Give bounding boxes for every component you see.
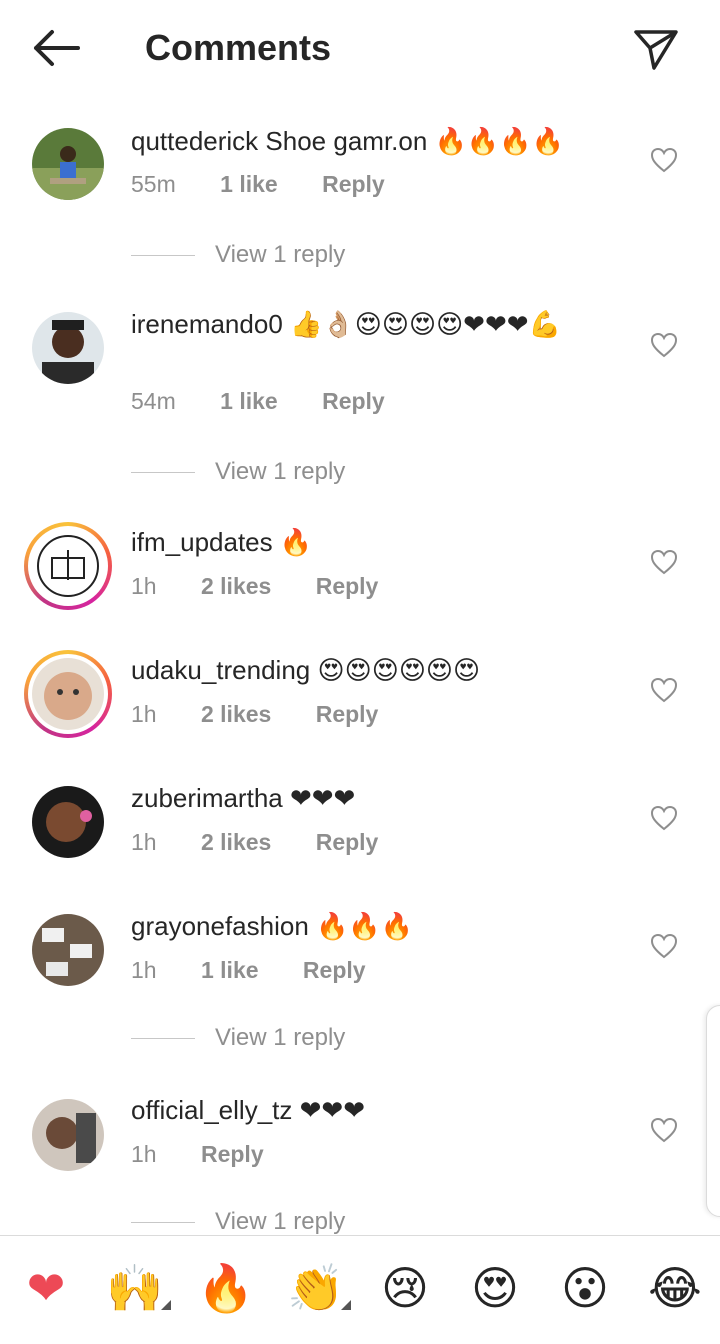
comment-text: zuberimartha ❤❤❤ [131,780,631,816]
reaction-raised-hands[interactable]: 🙌 [105,1258,165,1318]
comment-item: udaku_trending 😍😍😍😍😍😍 1h 2 likes Reply [0,626,720,754]
divider [131,472,195,474]
comment-meta: 54m 1 like Reply [131,386,423,416]
comment-text: ifm_updates 🔥 [131,524,631,560]
heart-icon[interactable] [650,805,678,831]
heart-icon[interactable] [650,549,678,575]
comments-list[interactable]: quttederick Shoe gamr.on 🔥🔥🔥🔥 55m 1 like… [0,98,720,1235]
comment-text: quttederick Shoe gamr.on 🔥🔥🔥🔥 [131,123,631,159]
more-tone-indicator [161,1300,171,1310]
comment-time: 1h [131,701,157,727]
comment-likes[interactable]: 2 likes [201,571,271,601]
comment-body: Shoe gamr.on 🔥🔥🔥🔥 [265,126,565,156]
comment-username[interactable]: grayonefashion [131,911,309,941]
comment-body: 👍👌🏼😍😍😍😍❤❤❤💪 [290,309,561,339]
reaction-heart[interactable]: ❤ [16,1258,76,1318]
divider [131,1222,195,1224]
comment-likes[interactable]: 2 likes [201,699,271,729]
comment-body: ❤❤❤ [289,783,356,813]
paper-plane-icon[interactable] [632,26,680,72]
avatar[interactable] [32,312,104,384]
comment-time: 54m [131,388,176,414]
reaction-laughing[interactable]: 😂 [645,1258,705,1318]
comment-meta: 1h Reply [131,1139,302,1169]
heart-icon[interactable] [650,1117,678,1143]
comment-time: 55m [131,171,176,197]
comment-text: grayonefashion 🔥🔥🔥 [131,908,631,944]
reaction-heart-eyes[interactable]: 😍 [465,1258,525,1318]
comment-likes[interactable]: 2 likes [201,827,271,857]
comment-text: official_elly_tz ❤❤❤ [131,1092,631,1128]
comment-time: 1h [131,957,157,983]
comment-likes[interactable]: 1 like [220,386,278,416]
comment-meta: 1h 1 like Reply [131,955,404,985]
comment-username[interactable]: quttederick [131,126,258,156]
comment-item: ifm_updates 🔥 1h 2 likes Reply [0,498,720,626]
more-tone-indicator [341,1300,351,1310]
arrow-left-icon[interactable] [30,26,82,70]
avatar-story-ring[interactable] [24,522,112,610]
comment-body: 🔥🔥🔥 [316,911,414,941]
view-replies-link[interactable]: View 1 reply [131,1208,345,1235]
avatar[interactable] [32,786,104,858]
comment-body: ❤❤❤ [299,1095,365,1125]
comment-time: 1h [131,573,157,599]
comment-likes[interactable]: 1 like [220,169,278,199]
avatar[interactable] [32,128,104,200]
comment-body: 😍😍😍😍😍😍 [317,655,481,685]
divider [131,255,195,257]
reaction-crying[interactable]: 😢 [375,1258,435,1318]
avatar-story-ring[interactable] [24,650,112,738]
reaction-fire[interactable]: 🔥 [196,1258,256,1318]
reply-button[interactable]: Reply [316,827,379,857]
view-replies-link[interactable]: View 1 reply [131,1024,345,1052]
comment-username[interactable]: ifm_updates [131,527,273,557]
comment-item: quttederick Shoe gamr.on 🔥🔥🔥🔥 55m 1 like… [0,98,720,278]
reply-button[interactable]: Reply [316,699,379,729]
comment-username[interactable]: official_elly_tz [131,1095,292,1125]
comment-item: grayonefashion 🔥🔥🔥 1h 1 like Reply View … [0,882,720,1062]
header: Comments [0,0,720,98]
comment-body: 🔥 [279,527,313,557]
avatar[interactable] [32,1099,104,1171]
heart-icon[interactable] [650,332,678,358]
heart-icon[interactable] [650,933,678,959]
view-replies-link[interactable]: View 1 reply [131,241,345,269]
reply-button[interactable]: Reply [322,169,385,199]
reply-button[interactable]: Reply [322,386,385,416]
comment-time: 1h [131,829,157,855]
reply-button[interactable]: Reply [201,1139,264,1169]
reaction-surprised[interactable]: 😮 [555,1258,615,1318]
comment-time: 1h [131,1141,157,1167]
scroll-handle[interactable] [706,1005,720,1217]
reaction-bar: ❤ 🙌 🔥 👏 😢 😍 😮 😂 [0,1235,720,1344]
heart-icon[interactable] [650,677,678,703]
comment-item: irenemando0 👍👌🏼😍😍😍😍❤❤❤💪 54m 1 like Reply… [0,278,720,498]
divider [131,1038,195,1040]
comment-item: official_elly_tz ❤❤❤ 1h Reply View 1 rep… [0,1062,720,1235]
comment-text: udaku_trending 😍😍😍😍😍😍 [131,652,631,688]
comment-meta: 1h 2 likes Reply [131,827,416,857]
view-replies-link[interactable]: View 1 reply [131,458,345,486]
comment-username[interactable]: udaku_trending [131,655,310,685]
comment-item: zuberimartha ❤❤❤ 1h 2 likes Reply [0,754,720,882]
reaction-clap[interactable]: 👏 [286,1258,346,1318]
avatar[interactable] [32,914,104,986]
reply-button[interactable]: Reply [316,571,379,601]
comment-meta: 1h 2 likes Reply [131,571,416,601]
heart-icon[interactable] [650,147,678,173]
comment-likes[interactable]: 1 like [201,955,259,985]
comment-text: irenemando0 👍👌🏼😍😍😍😍❤❤❤💪 [131,306,631,342]
comment-username[interactable]: irenemando0 [131,309,283,339]
comment-username[interactable]: zuberimartha [131,783,283,813]
comment-meta: 55m 1 like Reply [131,169,423,199]
comment-meta: 1h 2 likes Reply [131,699,416,729]
page-title: Comments [145,27,332,68]
reply-button[interactable]: Reply [303,955,366,985]
